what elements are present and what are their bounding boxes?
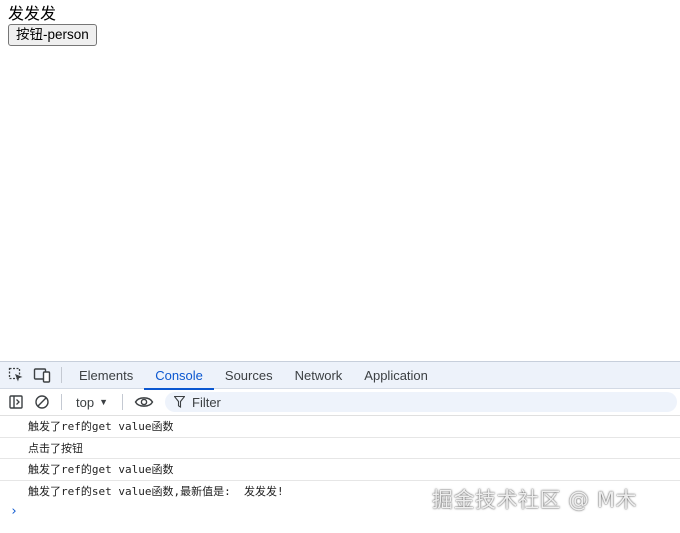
- inspect-element-icon[interactable]: [3, 362, 29, 388]
- watermark: 掘金技术社区 @ M木: [432, 488, 637, 512]
- tab-application[interactable]: Application: [353, 362, 439, 389]
- tab-elements[interactable]: Elements: [68, 362, 144, 389]
- clear-console-icon[interactable]: [29, 389, 55, 415]
- tab-network[interactable]: Network: [284, 362, 354, 389]
- filter-placeholder: Filter: [192, 394, 221, 410]
- console-message: 触发了ref的get value函数: [0, 416, 680, 438]
- device-toolbar-icon[interactable]: [29, 362, 55, 388]
- toolbar-separator: [122, 394, 123, 410]
- caret-down-icon: ▼: [99, 397, 108, 407]
- devtools-tabbar: Elements Console Sources Network Applica…: [0, 361, 680, 390]
- toolbar-separator: [61, 394, 62, 410]
- filter-icon: [174, 396, 185, 408]
- eye-icon[interactable]: [129, 389, 159, 415]
- tab-console[interactable]: Console: [144, 362, 214, 390]
- context-label: top: [76, 394, 95, 410]
- tabbar-separator: [61, 367, 62, 383]
- console-toolbar: top ▼ Filter: [0, 389, 680, 416]
- filter-input[interactable]: Filter: [165, 392, 677, 412]
- console-message: 触发了ref的get value函数: [0, 459, 680, 481]
- context-selector[interactable]: top ▼: [68, 391, 116, 413]
- prompt-chevron-icon: ›: [10, 504, 18, 519]
- person-button[interactable]: 按钮-person: [8, 24, 97, 46]
- tab-sources[interactable]: Sources: [214, 362, 284, 389]
- console-message: 点击了按钮: [0, 438, 680, 459]
- sidebar-toggle-icon[interactable]: [3, 389, 29, 415]
- page-text: 发发发: [8, 4, 57, 23]
